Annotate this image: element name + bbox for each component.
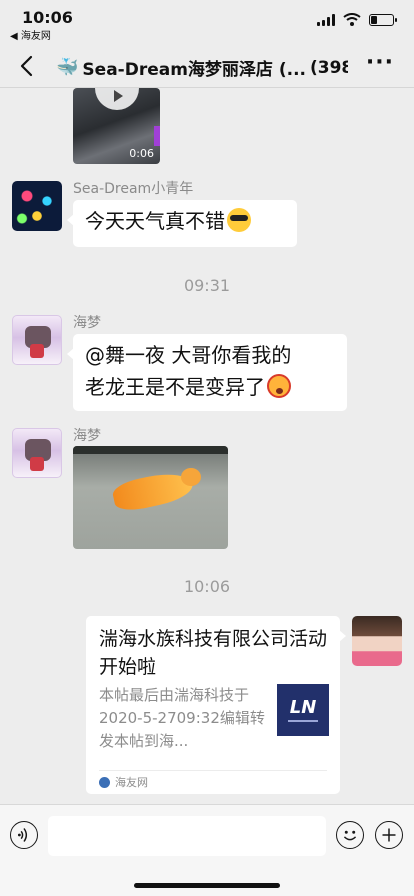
signal-icon (317, 13, 335, 26)
clock: 10:06 (22, 8, 73, 27)
avatar[interactable] (12, 181, 62, 231)
back-icon[interactable] (14, 52, 42, 80)
message-text-line2: 老龙王是不是变异了 (85, 375, 265, 399)
whale-icon: 🐳 (56, 57, 79, 78)
card-source: 海友网 (99, 774, 148, 790)
my-avatar[interactable] (352, 616, 402, 666)
logo-mark: LN (289, 696, 317, 718)
back-to-app-link[interactable]: ◀ 海友网 (10, 27, 51, 42)
image-message[interactable] (73, 446, 228, 549)
video-message[interactable]: 0:06 (73, 88, 160, 164)
card-title: 湍海水族科技有限公司活动开始啦 (99, 628, 328, 678)
video-duration: 0:06 (129, 147, 154, 160)
source-name: 海友网 (115, 776, 148, 789)
card-thumbnail: LN (277, 684, 329, 736)
card-divider (99, 770, 327, 771)
shocked-emoji-icon (267, 374, 291, 398)
status-bar: 10:06 ◀ 海友网 (0, 0, 414, 44)
input-bar (0, 804, 414, 896)
more-icon[interactable]: ··· (366, 50, 394, 75)
time-separator: 10:06 (183, 577, 231, 596)
message-text-line1: @舞一夜 大哥你看我的 (85, 343, 292, 367)
group-name: Sea-Dream海梦丽泽店 (... (82, 60, 306, 80)
sender-name: 海梦 (73, 428, 101, 444)
message-bubble[interactable]: @舞一夜 大哥你看我的 老龙王是不是变异了 (67, 334, 347, 411)
avatar[interactable] (12, 428, 62, 478)
video-accent (154, 126, 160, 146)
sender-name: 海梦 (73, 315, 101, 331)
emoji-icon[interactable] (336, 821, 364, 849)
link-card[interactable]: 湍海水族科技有限公司活动开始啦 本帖最后由湍海科技于2020-5-2709:32… (86, 616, 346, 794)
voice-icon[interactable] (10, 821, 38, 849)
avatar[interactable] (12, 315, 62, 365)
plus-icon[interactable] (375, 821, 403, 849)
cool-emoji-icon (227, 208, 251, 232)
card-description: 本帖最后由湍海科技于2020-5-2709:32编辑转发本帖到海... (99, 686, 265, 750)
message-bubble[interactable]: 今天天气真不错 (67, 200, 297, 247)
fish-head (181, 468, 201, 486)
wifi-icon (343, 13, 361, 26)
source-logo-icon (99, 776, 110, 788)
logo-line (288, 719, 318, 722)
chat-title: 🐳 Sea-Dream海梦丽泽店 (... (398) 🔕 (56, 55, 348, 80)
time-separator: 09:31 (183, 276, 231, 295)
battery-icon (369, 13, 397, 26)
message-input[interactable] (48, 816, 326, 856)
play-icon (95, 88, 139, 110)
member-count: (398) (310, 57, 348, 78)
photo-frame (73, 446, 228, 454)
message-text: 今天天气真不错 (85, 209, 225, 233)
status-icons (317, 13, 397, 26)
chat-header: 🐳 Sea-Dream海梦丽泽店 (... (398) 🔕 ··· (0, 44, 414, 88)
home-indicator[interactable] (134, 883, 280, 888)
sender-name: Sea-Dream小青年 (73, 181, 194, 197)
